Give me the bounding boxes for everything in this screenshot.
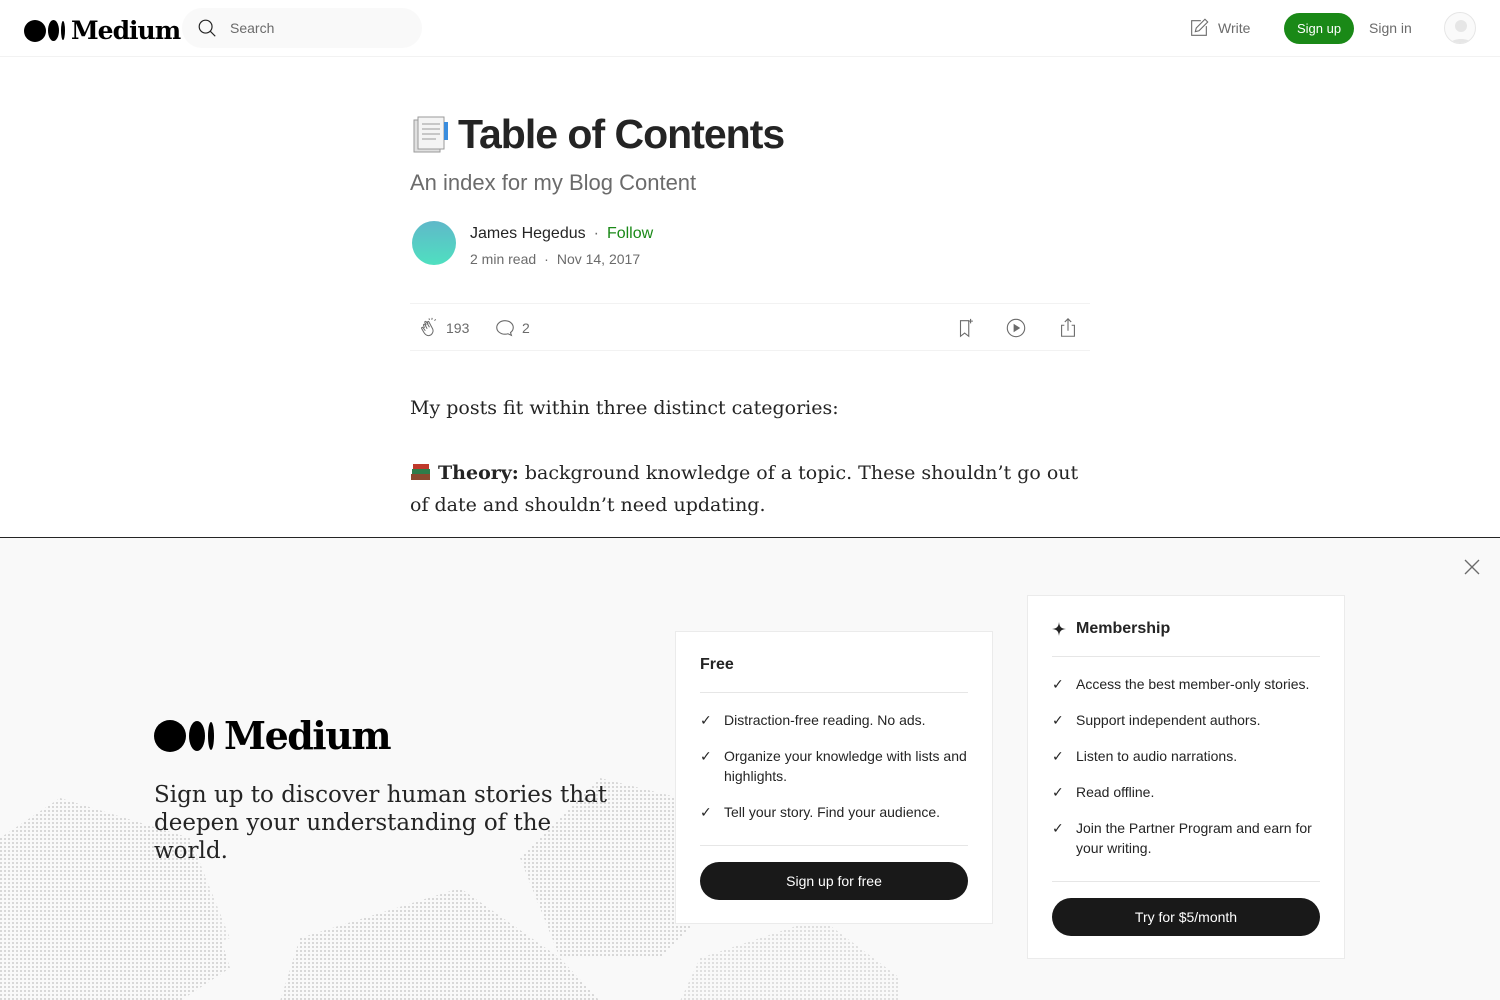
theory-label: Theory:: [438, 462, 519, 484]
medium-logo-text: Medium: [71, 16, 181, 45]
medium-logo[interactable]: Medium: [24, 16, 181, 45]
read-time: 2 min read: [470, 251, 537, 267]
plan-feature-text: Organize your knowledge with lists and h…: [724, 748, 967, 784]
follow-link[interactable]: Follow: [607, 225, 653, 243]
search-bar[interactable]: [182, 8, 422, 48]
membership-plan-card: Membership ✓ Access the best member-only…: [1027, 595, 1345, 959]
free-plan-title: Free: [700, 656, 734, 674]
clap-icon: [421, 317, 437, 337]
plan-feature: ✓ Distraction-free reading. No ads.: [700, 710, 968, 730]
separator-dot: ·: [544, 251, 549, 267]
bookmark-button[interactable]: [955, 317, 977, 339]
share-button[interactable]: [1057, 317, 1079, 339]
check-icon: ✓: [1052, 676, 1064, 692]
medium-logo-mark: [24, 19, 65, 42]
plan-feature: ✓ Join the Partner Program and earn for …: [1052, 818, 1320, 858]
check-icon: ✓: [700, 748, 712, 764]
membership-plan-title: Membership: [1052, 620, 1170, 638]
article-title: Table of Contents: [458, 111, 785, 157]
search-input[interactable]: [230, 20, 410, 36]
plan-feature: ✓ Listen to audio narrations.: [1052, 746, 1320, 766]
article-meta: 2 min read · Nov 14, 2017: [470, 251, 640, 267]
plan-feature-text: Distraction-free reading. No ads.: [724, 712, 926, 728]
responses-button[interactable]: 2: [494, 317, 530, 339]
share-icon: [1061, 318, 1075, 337]
free-plan-title-text: Free: [700, 656, 734, 673]
top-navbar: Medium Write Sign up Sign in: [0, 0, 1500, 57]
signin-link[interactable]: Sign in: [1369, 20, 1412, 36]
plan-feature-text: Listen to audio narrations.: [1076, 748, 1238, 764]
play-icon: [1006, 318, 1026, 338]
search-icon: [198, 19, 216, 37]
article-paragraph: My posts fit within three distinct categ…: [410, 397, 839, 419]
sparkle-icon: [1052, 622, 1066, 636]
free-plan-card: Free ✓ Distraction-free reading. No ads.…: [675, 631, 993, 924]
listen-button[interactable]: [1005, 317, 1027, 339]
plan-feature: ✓ Tell your story. Find your audience.: [700, 802, 968, 822]
signup-button[interactable]: Sign up: [1284, 13, 1354, 44]
check-icon: ✓: [700, 804, 712, 820]
check-icon: ✓: [1052, 748, 1064, 764]
signup-free-button[interactable]: Sign up for free: [700, 862, 968, 900]
medium-logo-text: Medium: [224, 713, 392, 758]
publish-date: Nov 14, 2017: [556, 251, 641, 267]
author-line: James Hegedus · Follow: [470, 225, 653, 243]
document-emoji-icon: [413, 116, 448, 152]
plan-feature: ✓ Organize your knowledge with lists and…: [700, 746, 968, 786]
separator-dot: ·: [593, 225, 599, 242]
divider: [1052, 656, 1320, 657]
divider: [700, 692, 968, 693]
plan-feature-text: Tell your story. Find your audience.: [724, 804, 941, 820]
medium-logo-mark: [154, 719, 214, 752]
author-name[interactable]: James Hegedus: [470, 225, 586, 243]
divider: [1052, 881, 1320, 882]
write-button[interactable]: Write: [1188, 17, 1250, 39]
plan-feature: ✓ Access the best member-only stories.: [1052, 674, 1320, 694]
response-count: 2: [522, 320, 530, 336]
article-paragraph: Theory: background knowledge of a topic.…: [410, 457, 1090, 521]
write-label: Write: [1218, 20, 1251, 36]
bookmark-icon: [959, 318, 973, 338]
plan-feature: ✓ Read offline.: [1052, 782, 1320, 802]
clap-count: 193: [446, 320, 470, 336]
article-subtitle: An index for my Blog Content: [410, 170, 697, 195]
check-icon: ✓: [1052, 820, 1064, 836]
plan-feature-text: Access the best member-only stories.: [1076, 676, 1310, 692]
check-icon: ✓: [1052, 784, 1064, 800]
try-membership-button[interactable]: Try for $5/month: [1052, 898, 1320, 936]
close-icon[interactable]: [1460, 555, 1484, 579]
books-emoji-icon: [410, 460, 432, 480]
write-icon: [1191, 18, 1209, 36]
user-icon: [1450, 20, 1472, 43]
user-avatar[interactable]: [1444, 12, 1476, 44]
plan-feature-text: Support independent authors.: [1076, 712, 1261, 728]
plan-feature-text: Join the Partner Program and earn for yo…: [1076, 820, 1312, 856]
plan-feature-text: Read offline.: [1076, 784, 1155, 800]
comment-icon: [496, 320, 514, 337]
divider: [700, 845, 968, 846]
plan-feature: ✓ Support independent authors.: [1052, 710, 1320, 730]
author-avatar[interactable]: [412, 221, 456, 265]
membership-plan-title-text: Membership: [1076, 620, 1171, 637]
article-title-row: Table of Contents: [410, 111, 785, 158]
check-icon: ✓: [700, 712, 712, 728]
signup-overlay: Medium Sign up to discover human stories…: [0, 537, 1500, 1000]
signup-tagline: Sign up to discover human stories that d…: [154, 782, 607, 864]
check-icon: ✓: [1052, 712, 1064, 728]
article-action-bar: 193 2: [410, 303, 1090, 351]
medium-logo-large: Medium: [154, 713, 392, 758]
clap-button[interactable]: 193: [418, 317, 469, 339]
